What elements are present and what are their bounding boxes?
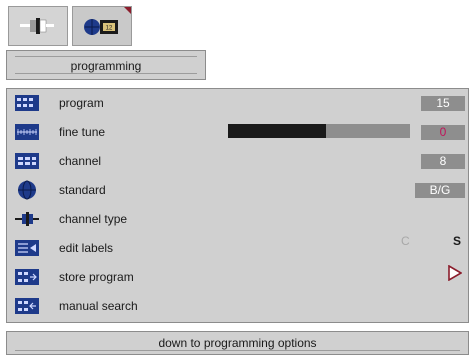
svg-text:12: 12 [106,26,113,32]
active-tab-marker [124,7,131,14]
edit-labels-icon [14,239,40,257]
menu-item-store-program-label: store program [59,270,134,284]
programming-menu: program 15 fine tune 0 channel 8 standar… [6,88,469,323]
page-title: programming [6,50,206,80]
menu-item-program-label: program [59,96,104,110]
globe-icon [14,180,40,200]
menu-item-edit-labels[interactable]: edit labels [7,234,468,263]
menu-item-channel[interactable]: channel 8 [7,147,468,176]
tab-programming[interactable]: 12 [72,6,132,46]
menu-item-program[interactable]: program 15 [7,89,468,118]
fine-tune-slider[interactable] [228,124,410,138]
fine-tune-slider-fill [228,124,327,138]
page-title-text: programming [70,59,142,73]
navigation-hint-text: down to programming options [158,336,317,350]
menu-item-manual-search[interactable]: manual search [7,292,468,321]
fine-tune-icon [14,123,40,141]
menu-item-standard-label: standard [59,183,106,197]
program-icon [14,94,40,112]
channel-icon [14,152,40,170]
menu-item-edit-labels-label: edit labels [59,241,114,255]
tab-connections[interactable] [8,6,68,46]
globe-tv-icon: 12 [84,19,118,35]
navigation-hint: down to programming options [6,331,469,355]
menu-item-store-program[interactable]: store program [7,263,468,292]
manual-search-icon [14,297,40,315]
connector-icon [20,18,54,34]
channel-type-icon [14,210,40,228]
menu-item-fine-tune-label: fine tune [59,125,106,139]
standard-value: B/G [415,183,465,198]
store-program-icon [14,268,40,286]
menu-item-channel-type[interactable]: channel type [7,205,468,234]
channel-value: 8 [421,154,465,169]
menu-item-standard[interactable]: standard B/G [7,176,468,205]
menu-item-channel-type-label: channel type [59,212,128,226]
menu-item-channel-label: channel [59,154,102,168]
fine-tune-value: 0 [421,125,465,140]
tab-bar: 12 [6,6,136,46]
program-value: 15 [421,96,465,111]
menu-item-manual-search-label: manual search [59,299,138,313]
